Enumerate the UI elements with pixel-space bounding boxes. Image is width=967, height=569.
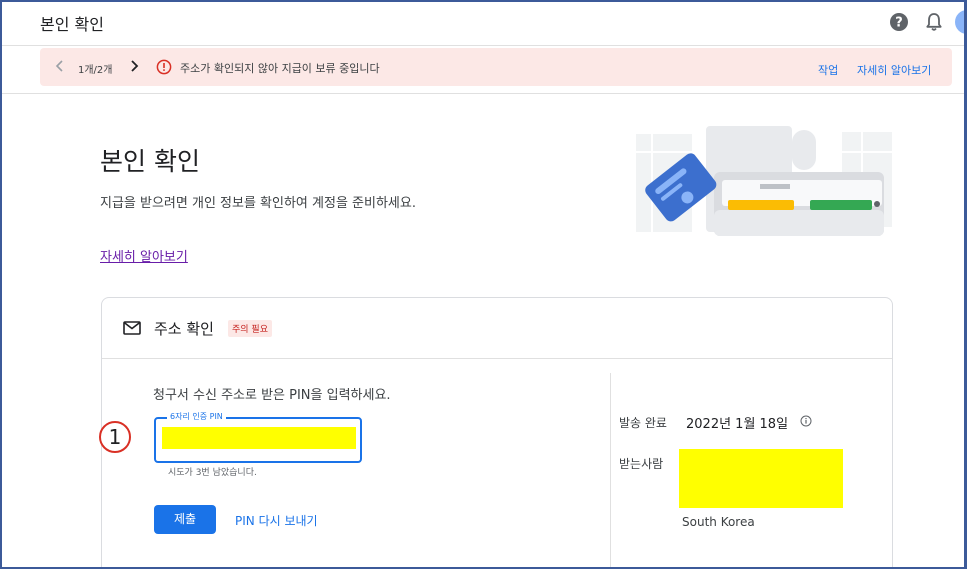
wallet-card-illustration	[636, 126, 892, 236]
resend-pin-button[interactable]: PIN 다시 보내기	[235, 512, 318, 529]
alert-learn-more-link[interactable]: 자세히 알아보기	[857, 62, 931, 78]
sent-date: 2022년 1월 18일	[686, 417, 789, 432]
pin-input-field[interactable]: 6자리 인증 PIN	[154, 411, 362, 463]
page-title: 본인 확인	[100, 147, 200, 176]
info-icon[interactable]	[800, 415, 812, 427]
card-title: 주소 확인	[154, 320, 214, 338]
address-verification-card: 주소 확인 주의 필요 청구서 수신 주소로 받은 PIN을 입력하세요. 6자…	[99, 297, 893, 569]
top-app-bar: 본인 확인 ?	[0, 0, 967, 46]
header-divider	[0, 93, 967, 94]
chevron-left-icon[interactable]	[54, 58, 66, 74]
alert-action-link[interactable]: 작업	[818, 62, 838, 78]
recipient-label: 받는사람	[619, 457, 664, 471]
pin-input[interactable]	[162, 427, 356, 449]
attempts-remaining: 시도가 3번 남았습니다.	[168, 468, 257, 478]
column-divider	[610, 373, 611, 569]
help-circle-icon[interactable]: ?	[889, 12, 909, 32]
step-marker: 1	[99, 421, 131, 453]
pin-field-label: 6자리 인증 PIN	[167, 411, 226, 422]
page-description: 지급을 받으려면 개인 정보를 확인하여 계정을 준비하세요.	[100, 196, 416, 211]
recipient-address-redacted	[679, 449, 843, 508]
alert-pager: 1개/2개	[78, 65, 113, 76]
pin-instruction: 청구서 수신 주소로 받은 PIN을 입력하세요.	[153, 388, 391, 403]
app-title: 본인 확인	[40, 15, 104, 34]
bell-icon[interactable]	[925, 12, 943, 32]
svg-text:?: ?	[895, 16, 903, 31]
warning-icon	[156, 59, 172, 75]
submit-button[interactable]: 제출	[154, 505, 216, 534]
account-avatar[interactable]	[955, 10, 967, 34]
status-badge: 주의 필요	[228, 320, 272, 337]
recipient-country: South Korea	[682, 515, 755, 529]
learn-more-link[interactable]: 자세히 알아보기	[100, 246, 188, 265]
sent-status-label: 발송 완료	[619, 416, 667, 430]
mail-icon	[123, 321, 141, 335]
chevron-right-icon[interactable]	[128, 58, 140, 74]
card-header: 주소 확인 주의 필요	[102, 298, 892, 359]
alert-message: 주소가 확인되지 않아 지급이 보류 중입니다	[180, 62, 380, 75]
alert-banner: 1개/2개 주소가 확인되지 않아 지급이 보류 중입니다 작업 자세히 알아보…	[40, 48, 952, 86]
